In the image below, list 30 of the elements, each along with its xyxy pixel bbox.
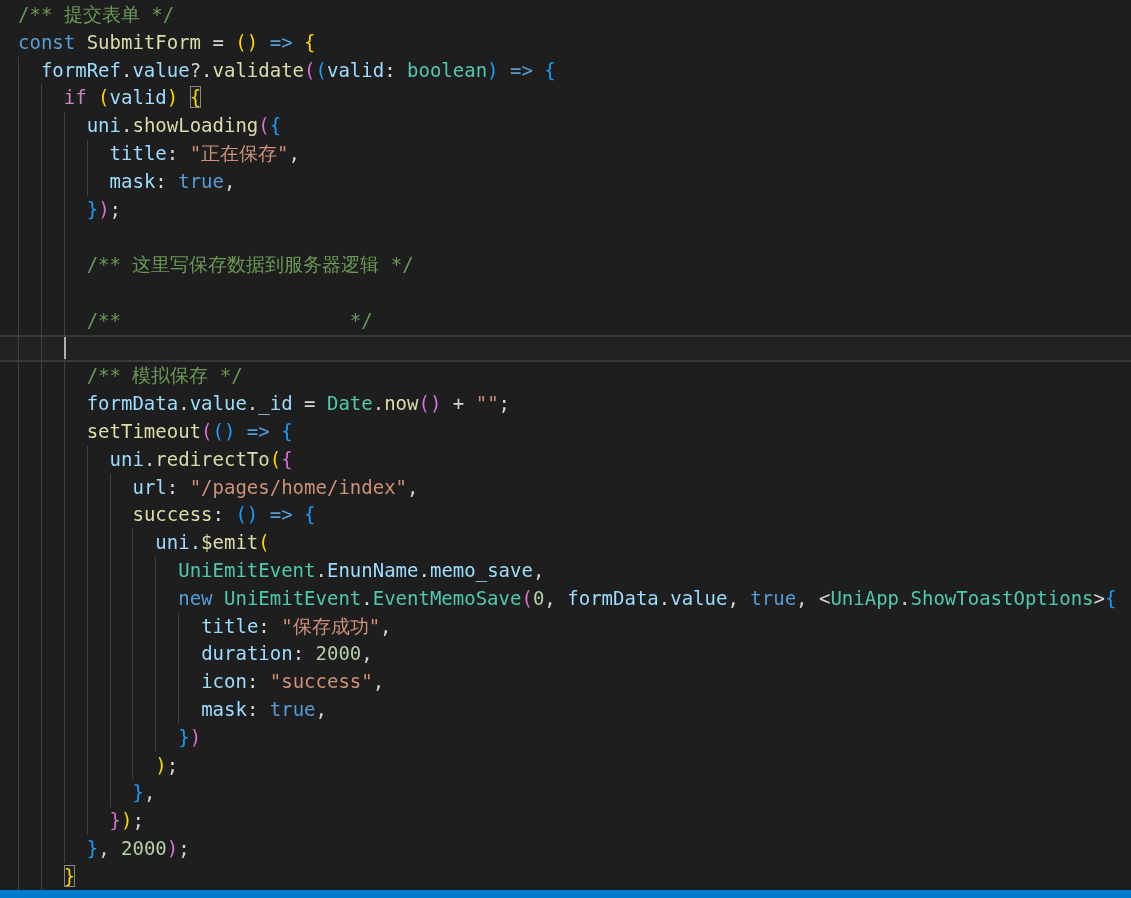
code-line: success: () => { bbox=[132, 502, 316, 528]
code-line: duration: 2000, bbox=[201, 641, 373, 667]
code-line: if (valid) { bbox=[63, 85, 202, 111]
code-line: uni.redirectTo({ bbox=[109, 446, 293, 472]
code-line: uni.$emit( bbox=[155, 530, 270, 556]
code-line: setTimeout(() => { bbox=[86, 418, 293, 444]
code-line: formData.value._id = Date.now() + ""; bbox=[86, 391, 511, 417]
code-line: }); bbox=[109, 808, 144, 834]
code-line: mask: true, bbox=[201, 696, 327, 722]
code-line: }, 2000); bbox=[86, 835, 190, 861]
code-line: /** 模拟保存 */ bbox=[86, 363, 243, 389]
code-line: /** 提交表单 */ bbox=[18, 2, 175, 27]
code-line: /** */ bbox=[86, 307, 373, 333]
code-line: formRef.value?.validate((valid: boolean) => { bbox=[40, 57, 556, 83]
text-cursor bbox=[63, 337, 66, 360]
code-line: }); bbox=[86, 196, 122, 222]
code-line: new UniEmitEvent.EventMemoSave(0, formData.value, true, <UniApp.ShowToastOptions>{ bbox=[178, 585, 1117, 611]
code-line: UniEmitEvent.EnunName.memo_save, bbox=[178, 557, 545, 584]
code-line: }) bbox=[178, 724, 202, 750]
code-line: ); bbox=[155, 752, 179, 778]
code-line: url: "/pages/home/index", bbox=[132, 474, 419, 500]
code-line: /** 这里写保存数据到服务器逻辑 */ bbox=[86, 252, 414, 278]
code-line: title: "保存成功", bbox=[201, 613, 392, 639]
code-line: }, bbox=[132, 780, 156, 806]
code-line: uni.showLoading({ bbox=[86, 113, 282, 139]
code-line: } bbox=[63, 863, 76, 889]
code-line: mask: true, bbox=[109, 168, 236, 194]
code-line: const SubmitForm = () => { bbox=[18, 29, 316, 55]
code-line: title: "正在保存", bbox=[109, 141, 300, 166]
code-line: icon: "success", bbox=[201, 669, 385, 695]
